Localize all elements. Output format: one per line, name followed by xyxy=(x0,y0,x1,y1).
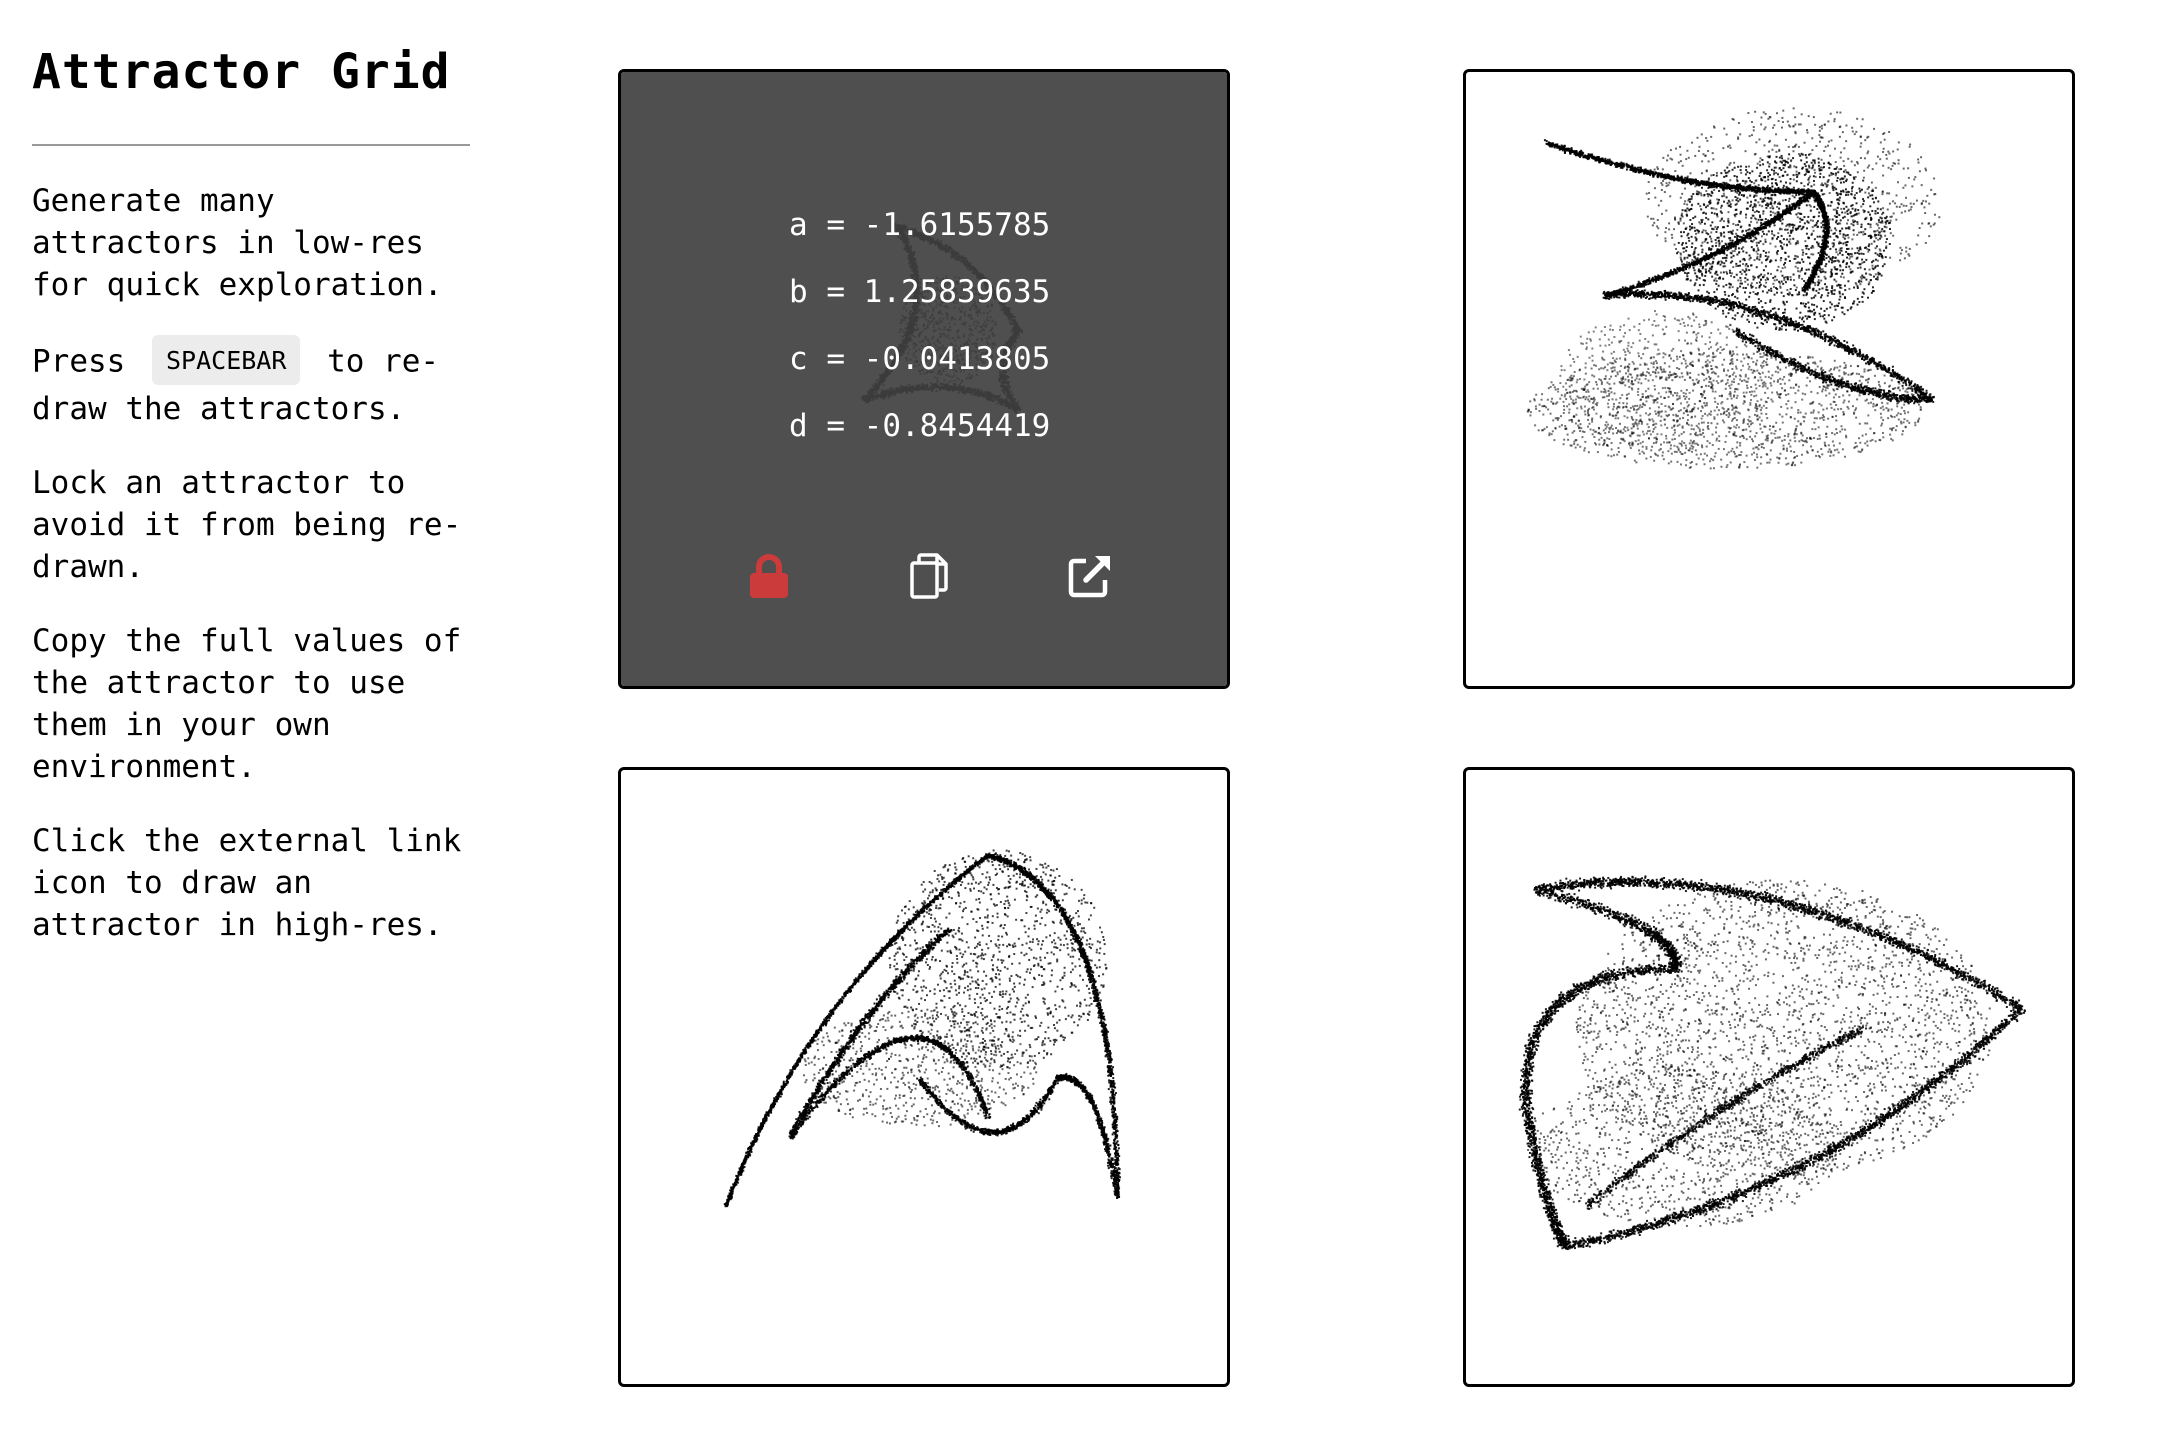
attractor-canvas xyxy=(1526,107,1941,470)
external-link-paragraph: Click the external link icon to draw an … xyxy=(32,820,472,946)
attractor-cell[interactable] xyxy=(618,767,1230,1387)
spacebar-paragraph: Press SPACEBAR to re-draw the attractors… xyxy=(32,335,472,430)
param-a: a = -1.6155785 xyxy=(789,192,1050,259)
attractor-canvas xyxy=(723,849,1121,1208)
copy-button[interactable] xyxy=(903,550,955,602)
param-c: c = -0.0413805 xyxy=(789,326,1050,393)
copy-paragraph: Copy the full values of the attractor to… xyxy=(32,620,472,788)
param-b: b = 1.25839635 xyxy=(789,259,1050,326)
page-title: Attractor Grid xyxy=(32,40,472,104)
lock-icon xyxy=(750,554,788,598)
press-text: Press xyxy=(32,344,144,380)
divider xyxy=(32,144,470,146)
attractor-cell[interactable] xyxy=(1463,69,2075,689)
attractor-canvas xyxy=(1518,875,2026,1251)
attractor-cell[interactable] xyxy=(1463,767,2075,1387)
external-link-button[interactable] xyxy=(1064,550,1116,602)
attractor-overlay: a = -1.6155785 b = 1.25839635 c = -0.04138… xyxy=(621,72,1227,686)
attractor-params: a = -1.6155785 b = 1.25839635 c = -0.04138… xyxy=(789,192,1050,460)
param-d: d = -0.8454419 xyxy=(789,393,1050,460)
intro-paragraph: Generate many attractors in low-res for … xyxy=(32,180,472,306)
copy-icon xyxy=(910,553,948,599)
attractor-actions xyxy=(621,550,1227,606)
lock-paragraph: Lock an attractor to avoid it from being… xyxy=(32,462,472,588)
sidebar: Attractor Grid Generate many attractors … xyxy=(32,40,472,978)
attractor-cell[interactable]: a = -1.6155785 b = 1.25839635 c = -0.04138… xyxy=(618,69,1230,689)
spacebar-key: SPACEBAR xyxy=(151,335,301,385)
lock-button[interactable] xyxy=(743,550,795,602)
external-link-icon xyxy=(1068,556,1110,598)
